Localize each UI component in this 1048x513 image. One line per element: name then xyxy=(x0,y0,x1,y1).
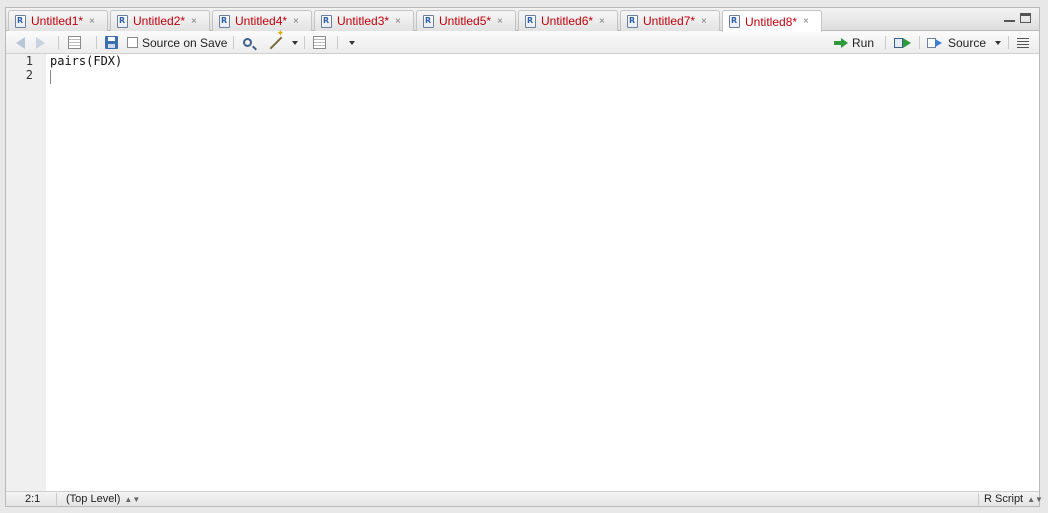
toolbar-divider xyxy=(885,36,886,49)
chevron-down-icon[interactable] xyxy=(995,40,1002,45)
tab-untitled2[interactable]: Untitled2* × xyxy=(110,10,210,31)
find-replace-button[interactable] xyxy=(243,35,252,50)
arrow-right-icon xyxy=(36,36,45,49)
tab-untitled5[interactable]: Untitled5* × xyxy=(416,10,516,31)
text-cursor xyxy=(50,70,51,84)
toolbar-divider xyxy=(919,36,920,49)
search-icon xyxy=(243,38,252,47)
tab-label: Untitled6* xyxy=(541,14,594,28)
close-icon[interactable]: × xyxy=(803,16,809,27)
r-document-icon xyxy=(627,14,638,28)
r-document-icon xyxy=(423,14,434,28)
maximize-pane-icon[interactable] xyxy=(1020,13,1031,23)
updown-arrows-icon: ▲▼ xyxy=(1027,495,1043,504)
r-document-icon xyxy=(219,14,230,28)
editor-tab-bar: Untitled1* × Untitled2* × Untitled4* × U… xyxy=(6,8,1039,32)
tab-untitled6[interactable]: Untitled6* × xyxy=(518,10,618,31)
source-on-save-label: Source on Save xyxy=(142,35,228,50)
tab-untitled1[interactable]: Untitled1* × xyxy=(8,10,108,31)
r-document-icon xyxy=(321,14,332,28)
close-icon[interactable]: × xyxy=(191,16,197,27)
tab-label: Untitled4* xyxy=(235,14,288,28)
tab-label: Untitled5* xyxy=(439,14,492,28)
close-icon[interactable]: × xyxy=(497,16,503,27)
magic-wand-icon xyxy=(269,36,283,49)
tab-label: Untitled7* xyxy=(643,14,696,28)
rerun-button[interactable] xyxy=(894,35,912,50)
toolbar-divider xyxy=(58,36,59,49)
document-outline-button[interactable] xyxy=(1017,35,1029,50)
tab-label: Untitled2* xyxy=(133,14,186,28)
outline-icon xyxy=(1017,37,1029,48)
r-document-icon xyxy=(15,14,26,28)
close-icon[interactable]: × xyxy=(395,16,401,27)
close-icon[interactable]: × xyxy=(89,16,95,27)
code-tools-button[interactable] xyxy=(268,35,298,50)
close-icon[interactable]: × xyxy=(293,16,299,27)
back-button[interactable] xyxy=(16,35,25,50)
line-number: 2 xyxy=(25,68,33,82)
file-type-selector[interactable]: R Script ▲▼ xyxy=(984,493,1043,505)
run-label: Run xyxy=(852,35,875,50)
source-editor-pane: Untitled1* × Untitled2* × Untitled4* × U… xyxy=(5,7,1043,507)
code-line[interactable]: pairs(FDX) xyxy=(50,54,122,68)
close-icon[interactable]: × xyxy=(599,16,605,27)
forward-button[interactable] xyxy=(36,35,45,50)
scope-label: (Top Level) xyxy=(66,493,121,505)
source-button[interactable]: Source xyxy=(927,35,1002,50)
tab-untitled3[interactable]: Untitled3* × xyxy=(314,10,414,31)
cursor-position: 2:1 xyxy=(25,493,41,505)
compile-report-button[interactable] xyxy=(313,35,326,50)
run-button[interactable]: Run xyxy=(834,35,874,50)
source-on-save-checkbox[interactable] xyxy=(127,37,138,48)
status-divider xyxy=(56,493,57,505)
save-button[interactable] xyxy=(105,35,118,50)
tab-untitled4[interactable]: Untitled4* × xyxy=(212,10,312,31)
r-document-icon xyxy=(729,15,740,28)
scope-selector[interactable]: (Top Level) ▲▼ xyxy=(66,493,140,505)
rerun-icon xyxy=(894,37,912,49)
toolbar-divider xyxy=(304,36,305,49)
editor-toolbar: Source on Save Run Source xyxy=(6,31,1039,54)
source-on-save-toggle[interactable]: Source on Save xyxy=(127,35,227,50)
line-number: 1 xyxy=(25,54,33,68)
source-label: Source xyxy=(948,35,987,50)
status-divider xyxy=(978,493,979,505)
minimize-pane-icon[interactable] xyxy=(1004,12,1015,22)
r-document-icon xyxy=(117,14,128,28)
run-arrow-icon xyxy=(834,37,848,48)
toolbar-divider xyxy=(233,36,234,49)
tab-label: Untitled8* xyxy=(745,14,798,29)
toolbar-divider xyxy=(337,36,338,49)
file-type-label: R Script xyxy=(984,493,1024,505)
close-icon[interactable]: × xyxy=(701,16,707,27)
line-number-gutter: 1 2 xyxy=(6,54,46,492)
notebook-icon xyxy=(313,36,326,49)
updown-arrows-icon: ▲▼ xyxy=(124,495,141,504)
tab-label: Untitled1* xyxy=(31,14,84,28)
source-file-icon xyxy=(927,37,943,49)
tab-untitled7[interactable]: Untitled7* × xyxy=(620,10,720,31)
toolbar-divider xyxy=(96,36,97,49)
chevron-down-icon xyxy=(292,40,298,45)
show-in-window-button[interactable] xyxy=(68,35,81,50)
tab-label: Untitled3* xyxy=(337,14,390,28)
toolbar-divider xyxy=(1008,36,1009,49)
arrow-left-icon xyxy=(16,36,25,49)
tab-untitled8[interactable]: Untitled8* × xyxy=(722,10,822,32)
r-document-icon xyxy=(525,14,536,28)
save-disk-icon xyxy=(105,36,118,49)
chevron-down-icon xyxy=(349,40,355,45)
popout-window-icon xyxy=(68,36,81,49)
more-options-dropdown[interactable] xyxy=(349,35,355,50)
editor-status-bar: 2:1 (Top Level) ▲▼ R Script ▲▼ xyxy=(6,491,1043,506)
